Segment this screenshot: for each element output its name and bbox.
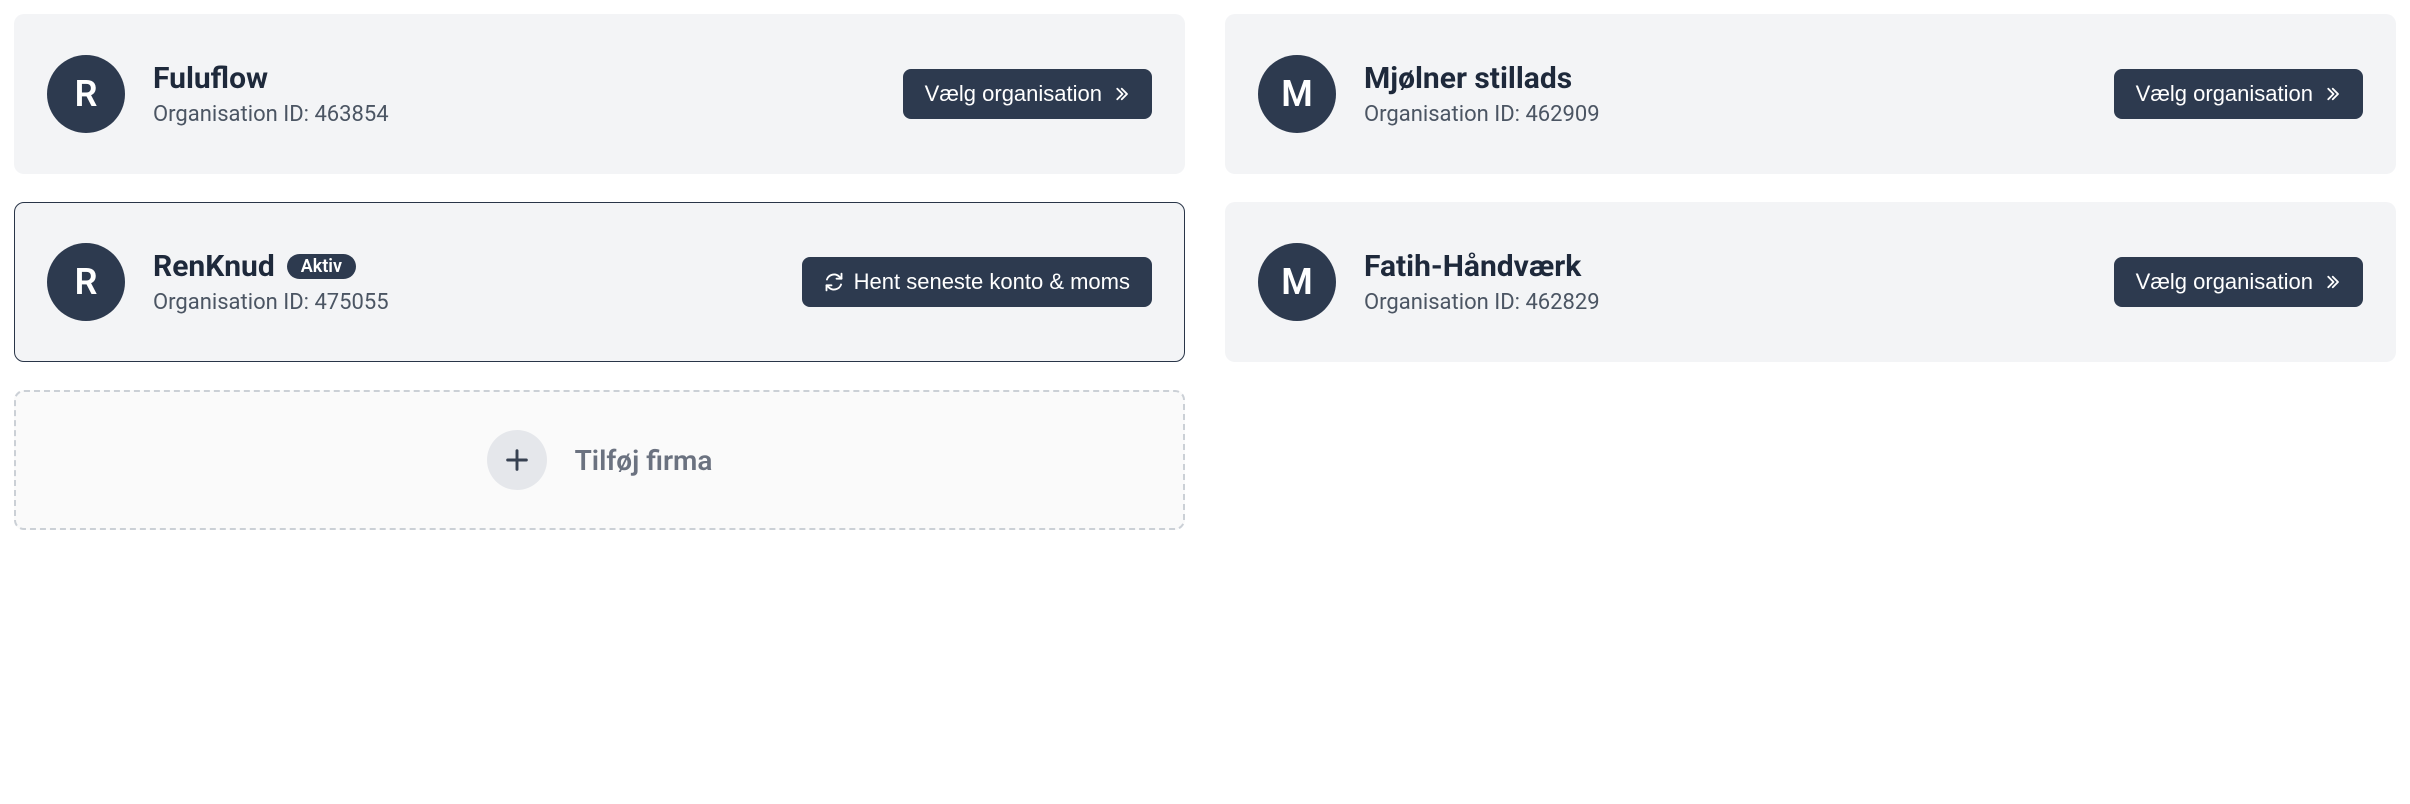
organisation-info: Fatih-Håndværk Organisation ID: 462829 <box>1364 249 2086 315</box>
organisation-info: Fuluflow Organisation ID: 463854 <box>153 61 875 127</box>
chevron-double-right-icon <box>1112 85 1130 103</box>
button-label: Vælg organisation <box>2136 269 2313 295</box>
button-label: Vælg organisation <box>2136 81 2313 107</box>
avatar: M <box>1258 55 1336 133</box>
organisation-card: M Mjølner stillads Organisation ID: 4629… <box>1225 14 2396 174</box>
organisation-id: Organisation ID: 463854 <box>153 102 875 127</box>
organisation-name: Mjølner stillads <box>1364 61 1572 96</box>
organisation-card-active: R RenKnud Aktiv Organisation ID: 475055 … <box>14 202 1185 362</box>
avatar-initial: M <box>1281 73 1313 115</box>
add-company-label: Tilføj firma <box>575 444 713 477</box>
avatar-initial: R <box>75 73 98 115</box>
plus-icon <box>487 430 547 490</box>
status-badge: Aktiv <box>287 254 356 279</box>
organisation-info: RenKnud Aktiv Organisation ID: 475055 <box>153 249 774 315</box>
fetch-latest-button[interactable]: Hent seneste konto & moms <box>802 257 1152 307</box>
select-organisation-button[interactable]: Vælg organisation <box>2114 257 2363 307</box>
avatar: R <box>47 243 125 321</box>
button-label: Vælg organisation <box>925 81 1102 107</box>
refresh-icon <box>824 272 844 292</box>
avatar: R <box>47 55 125 133</box>
add-company-card[interactable]: Tilføj firma <box>14 390 1185 530</box>
organisation-card: R Fuluflow Organisation ID: 463854 Vælg … <box>14 14 1185 174</box>
organisation-card: M Fatih-Håndværk Organisation ID: 462829… <box>1225 202 2396 362</box>
select-organisation-button[interactable]: Vælg organisation <box>903 69 1152 119</box>
organisation-id: Organisation ID: 462829 <box>1364 290 2086 315</box>
select-organisation-button[interactable]: Vælg organisation <box>2114 69 2363 119</box>
chevron-double-right-icon <box>2323 273 2341 291</box>
avatar: M <box>1258 243 1336 321</box>
organisation-id: Organisation ID: 475055 <box>153 290 774 315</box>
organisation-id: Organisation ID: 462909 <box>1364 102 2086 127</box>
organisation-grid: R Fuluflow Organisation ID: 463854 Vælg … <box>0 0 2410 544</box>
button-label: Hent seneste konto & moms <box>854 269 1130 295</box>
chevron-double-right-icon <box>2323 85 2341 103</box>
avatar-initial: R <box>75 261 98 303</box>
organisation-info: Mjølner stillads Organisation ID: 462909 <box>1364 61 2086 127</box>
organisation-name: RenKnud <box>153 249 275 284</box>
avatar-initial: M <box>1281 261 1313 303</box>
organisation-name: Fuluflow <box>153 61 268 96</box>
organisation-name: Fatih-Håndværk <box>1364 249 1581 284</box>
